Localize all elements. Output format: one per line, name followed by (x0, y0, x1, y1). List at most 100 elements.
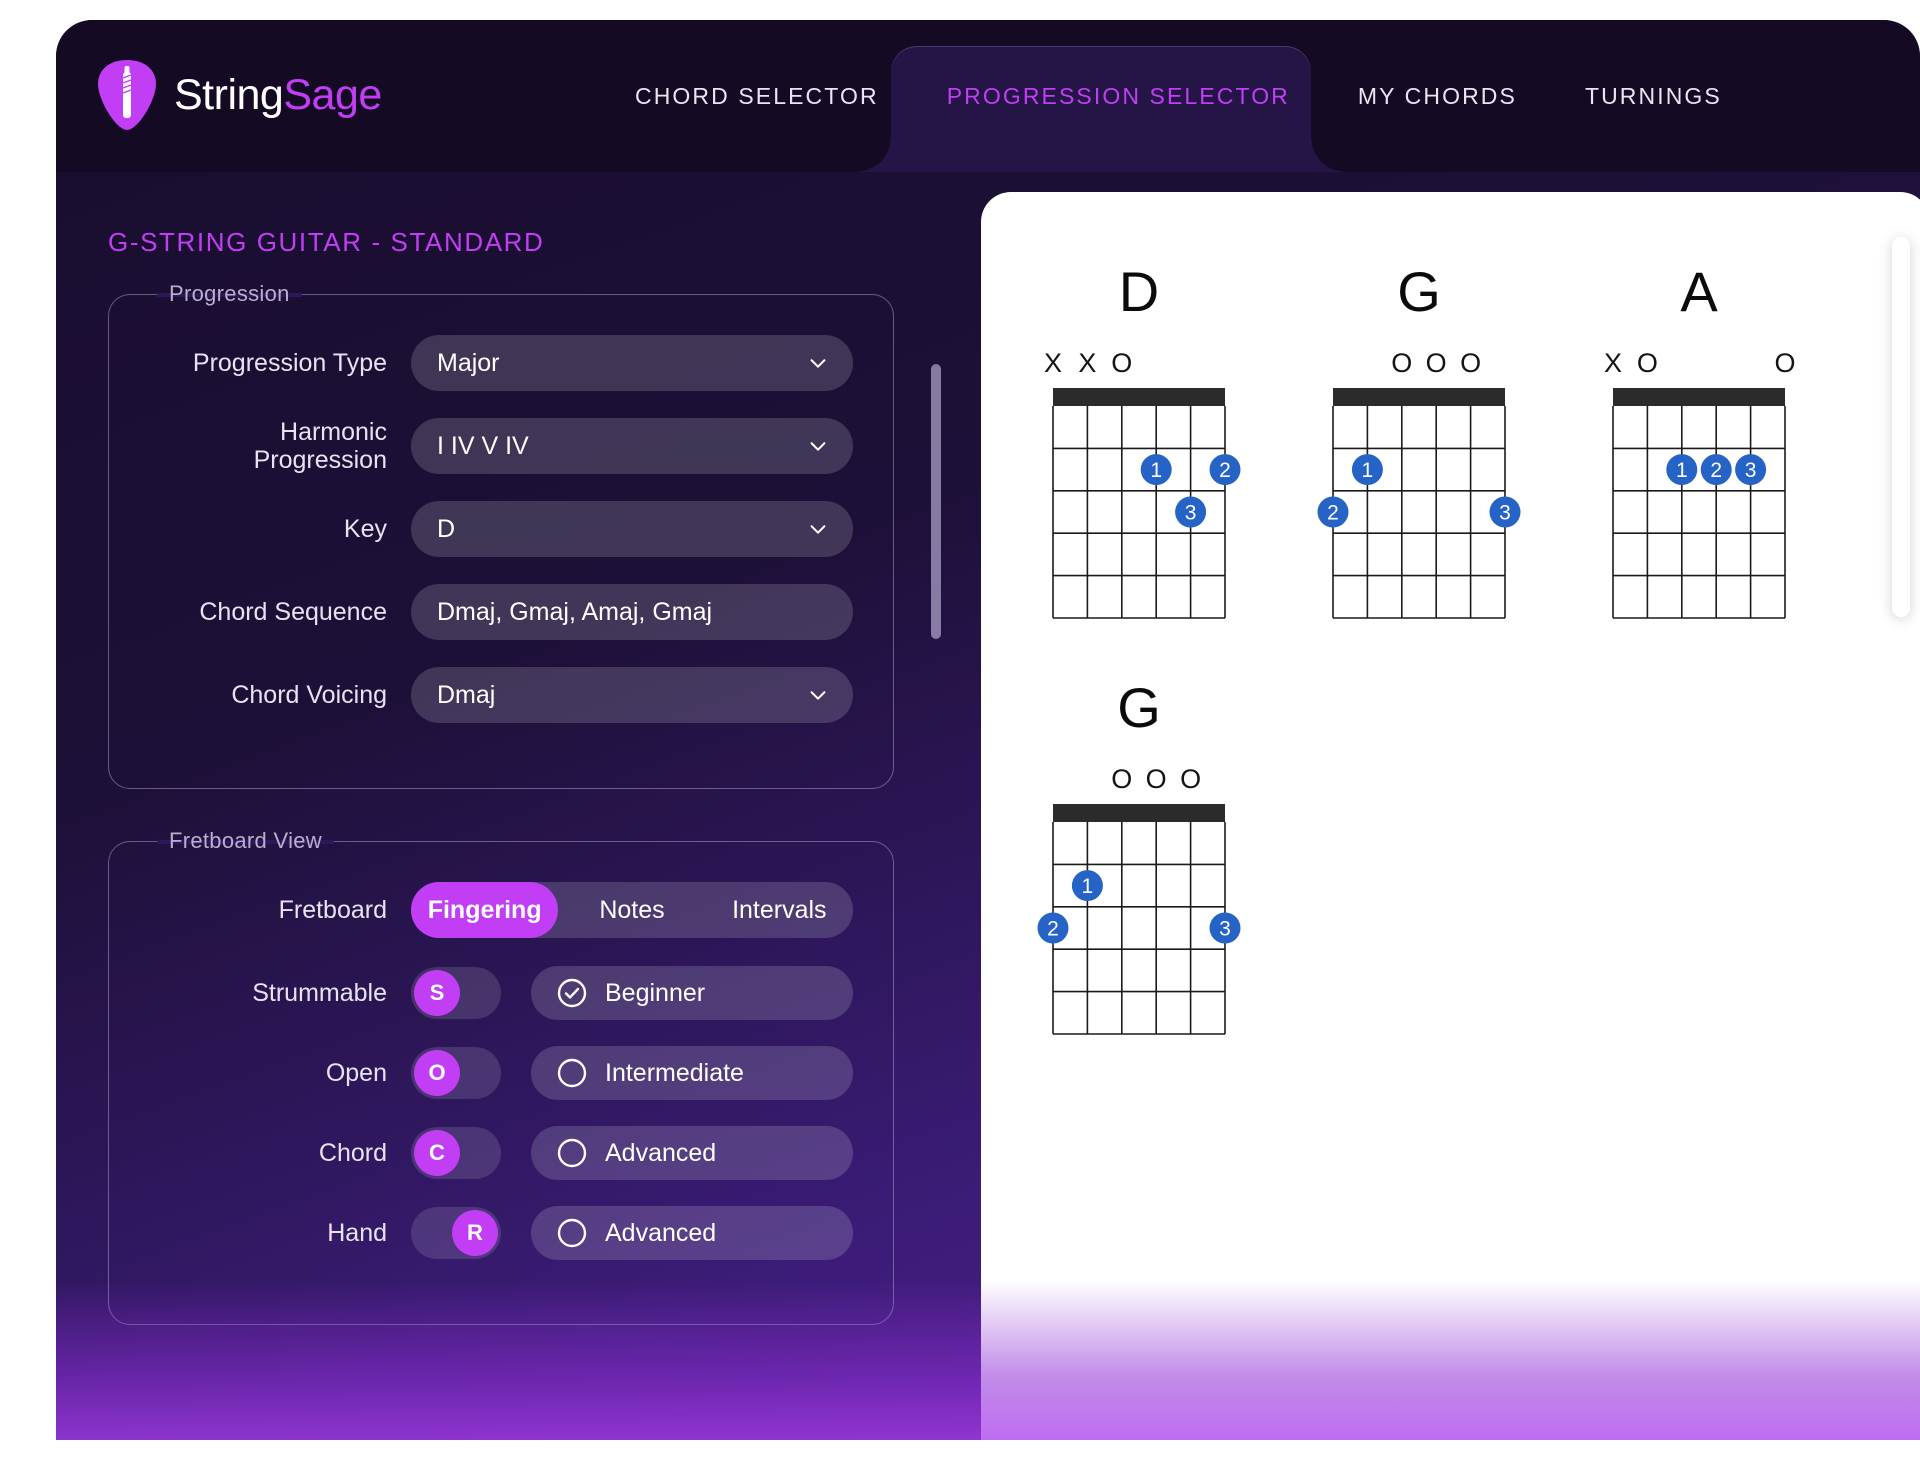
radio-unchecked-icon (557, 1138, 587, 1168)
chord-card: GOOO123 (1279, 264, 1559, 624)
fretboard-svg: 123 (1612, 388, 1786, 619)
chord-card: AXOO123 (1559, 264, 1839, 624)
open-string-marker: O (1145, 764, 1167, 794)
muted-string-marker: X (1043, 348, 1063, 378)
fretboard-view-legend: Fretboard View (169, 828, 322, 853)
toggle-knob-strummable: S (414, 970, 460, 1016)
segment-notes[interactable]: Notes (558, 882, 705, 938)
fretboard-svg: 123 (1052, 388, 1241, 619)
label-chord: Chord (318, 1139, 387, 1167)
toggle-strummable[interactable]: S (411, 967, 501, 1019)
fretboard-svg: 12 3 (1037, 804, 1241, 1035)
row-chord-voicing: Chord Voicing Dmaj (149, 667, 853, 723)
finger-dot: 3 (1735, 454, 1767, 486)
nav-tab-chord-selector[interactable]: CHORD SELECTOR (601, 20, 913, 172)
radio-advanced[interactable]: Advanced (531, 1126, 853, 1180)
finger-dot: 1 (1666, 454, 1698, 486)
chord-card: GOOO123 (999, 680, 1279, 1040)
row-progression-type: Progression Type Major (149, 335, 853, 391)
open-string-marker: O (1425, 348, 1447, 378)
brand-name-first: String (174, 70, 284, 119)
app-header: StringSage CHORD SELECTOR PROGRESSION SE… (56, 20, 1920, 172)
radio-unchecked-icon (557, 1058, 587, 1088)
label-chord-voicing: Chord Voicing (231, 681, 387, 709)
string-markers: OOO (1027, 766, 1251, 796)
svg-text:2: 2 (1327, 502, 1339, 525)
value-key: D (437, 514, 456, 543)
field-chord-sequence: Dmaj, Gmaj, Amaj, Gmaj (411, 584, 853, 640)
chevron-down-icon (810, 525, 826, 534)
radio-label-advanced-2: Advanced (605, 1218, 717, 1247)
chord-diagram: XXO 123 (1027, 350, 1251, 624)
toggle-chord[interactable]: C (411, 1127, 501, 1179)
finger-dot: 3 (1489, 496, 1521, 528)
fretboard-view-fieldset: Fretboard View Fretboard Fingering Notes… (108, 828, 894, 1325)
finger-dot: 1 (1071, 870, 1103, 902)
toggle-open[interactable]: O (411, 1047, 501, 1099)
chord-panel-scrollbar[interactable] (1892, 237, 1910, 617)
radio-label-beginner: Beginner (605, 978, 706, 1007)
brand-logo[interactable]: StringSage (96, 58, 382, 132)
open-string-marker: O (1636, 348, 1658, 378)
radio-beginner[interactable]: Beginner (531, 966, 853, 1020)
finger-dot: 2 (1037, 912, 1069, 944)
chord-diagram: OOO123 (1307, 350, 1531, 624)
chord-diagram-grid: DXXO123GOOO123AXOO123GOOO123 (981, 192, 1920, 1440)
svg-text:1: 1 (1362, 459, 1374, 482)
row-harmonic-progression: Harmonic Progression I IV V IV (149, 418, 853, 474)
app-window: StringSage CHORD SELECTOR PROGRESSION SE… (56, 20, 1920, 1440)
label-key: Key (343, 515, 387, 543)
segmented-fretboard-mode: Fingering Notes Intervals (411, 882, 853, 938)
label-strummable: Strummable (252, 979, 387, 1007)
label-harmonic-progression: Harmonic Progression (253, 418, 387, 474)
segment-intervals[interactable]: Intervals (706, 882, 853, 938)
progression-legend: Progression (169, 281, 290, 306)
label-chord-sequence: Chord Sequence (199, 598, 387, 626)
open-string-marker: O (1111, 764, 1133, 794)
radio-intermediate[interactable]: Intermediate (531, 1046, 853, 1100)
nav-tab-progression-selector[interactable]: PROGRESSION SELECTOR (913, 20, 1324, 172)
nav-tab-my-chords[interactable]: MY CHORDS (1324, 20, 1551, 172)
nav-tab-turnings[interactable]: TURNINGS (1551, 20, 1756, 172)
chord-name: D (1118, 260, 1160, 323)
open-string-marker: O (1180, 764, 1202, 794)
row-strummable: Strummable S Beginner (149, 966, 853, 1020)
guitar-pick-icon (98, 60, 156, 130)
toggle-hand[interactable]: R (411, 1207, 501, 1259)
chord-row: GOOO123 (999, 680, 1920, 1040)
svg-text:2: 2 (1219, 459, 1231, 482)
value-progression-type: Major (437, 348, 500, 377)
select-progression-type[interactable]: Major (411, 335, 853, 391)
svg-text:3: 3 (1499, 502, 1511, 525)
label-open: Open (325, 1059, 387, 1087)
svg-text:3: 3 (1745, 459, 1757, 482)
chord-name: G (1117, 676, 1161, 739)
left-panel-scrollbar[interactable] (931, 364, 941, 639)
page-title: G-STRING GUITAR - STANDARD (108, 227, 545, 257)
svg-text:2: 2 (1710, 459, 1722, 482)
label-hand: Hand (327, 1219, 387, 1247)
segment-fingering[interactable]: Fingering (411, 882, 559, 938)
svg-text:3: 3 (1185, 502, 1197, 525)
string-markers: XXO (1027, 350, 1251, 380)
chord-diagram: OOO123 (1027, 766, 1251, 1040)
select-harmonic-progression[interactable]: I IV V IV (411, 418, 853, 474)
radio-advanced-2[interactable]: Advanced (531, 1206, 853, 1260)
select-key[interactable]: D (411, 501, 853, 557)
row-key: Key D (149, 501, 853, 557)
main-nav: CHORD SELECTOR PROGRESSION SELECTOR MY C… (601, 20, 1756, 172)
label-fretboard: Fretboard (278, 896, 387, 924)
svg-text:3: 3 (1219, 918, 1231, 941)
radio-label-advanced: Advanced (605, 1138, 717, 1167)
open-string-marker: O (1391, 348, 1413, 378)
finger-dot: 2 (1700, 454, 1732, 486)
row-chord: Chord C Advanced (149, 1126, 853, 1180)
finger-dot: 2 (1209, 454, 1241, 486)
svg-text:1: 1 (1082, 875, 1094, 898)
svg-text:1: 1 (1676, 459, 1688, 482)
settings-panel: G-STRING GUITAR - STANDARD Progression P… (56, 172, 966, 1440)
value-chord-voicing: Dmaj (437, 680, 496, 709)
select-chord-voicing[interactable]: Dmaj (411, 667, 853, 723)
chord-diagram-panel: DXXO123GOOO123AXOO123GOOO123 (981, 192, 1920, 1440)
open-string-marker: O (1774, 348, 1796, 378)
